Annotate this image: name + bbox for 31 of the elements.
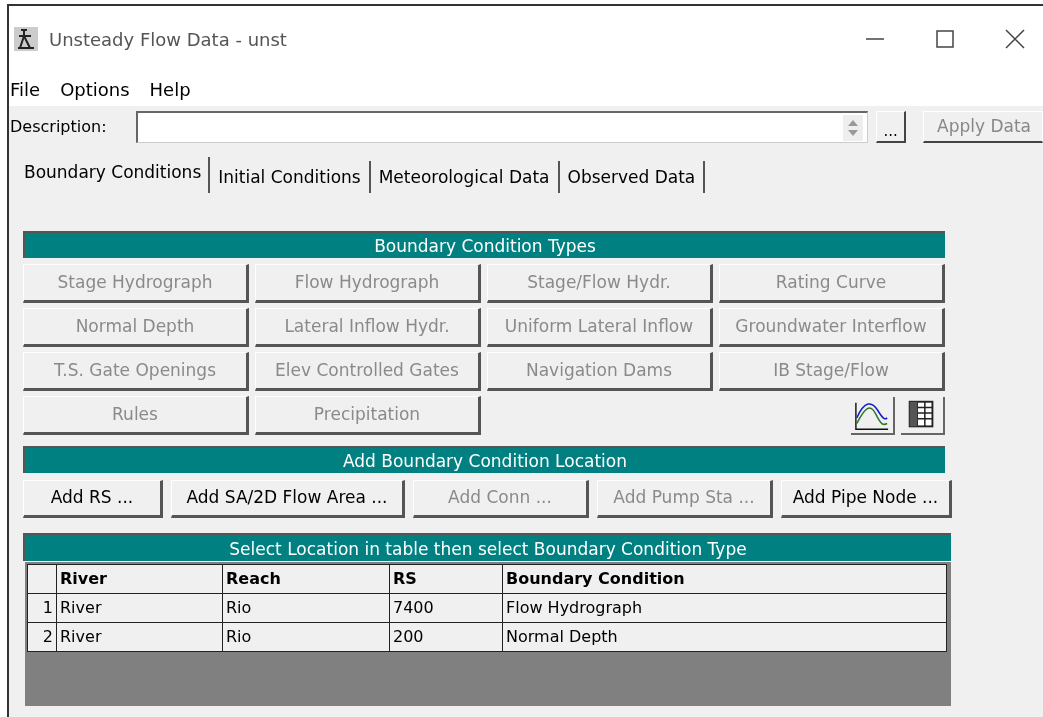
add-location-button[interactable]: Add RS ... (23, 480, 163, 518)
table-cell: 200 (389, 622, 503, 652)
table-cell: River (56, 593, 223, 623)
menu-item[interactable]: File (10, 75, 41, 103)
menu-item[interactable]: Help (149, 75, 191, 103)
row-number: 1 (27, 593, 57, 623)
add-location-button[interactable]: Add Pipe Node ... (781, 480, 952, 518)
section-header: Add Boundary Condition Location (23, 446, 945, 473)
window-title: Unsteady Flow Data - unst (49, 27, 287, 52)
table-cell: Normal Depth (502, 622, 947, 652)
row-number: 2 (27, 622, 57, 652)
menu-item[interactable]: Options (60, 75, 130, 103)
table-cell: River (56, 622, 223, 652)
column-header: Reach (222, 564, 390, 594)
table-cell: Flow Hydrograph (502, 593, 947, 623)
table-cell: Rio (222, 593, 390, 623)
description-field[interactable] (135, 111, 869, 143)
maximize-icon[interactable] (935, 29, 955, 49)
column-header: River (56, 564, 223, 594)
app-icon (13, 26, 39, 52)
description-label: Description: (9, 116, 108, 138)
spinner-icon[interactable] (843, 114, 864, 141)
table-cell: Rio (222, 622, 390, 652)
section-header: Boundary Condition Types (23, 231, 945, 258)
column-header: RS (389, 564, 503, 594)
table-cell: 7400 (389, 593, 503, 623)
column-header: Boundary Condition (502, 564, 947, 594)
ellipsis-button[interactable]: ... (876, 111, 906, 143)
add-location-button[interactable]: Add SA/2D Flow Area ... (171, 480, 405, 518)
table-header: Select Location in table then select Boundary Condition Type (23, 533, 951, 561)
close-icon[interactable] (1005, 29, 1025, 49)
